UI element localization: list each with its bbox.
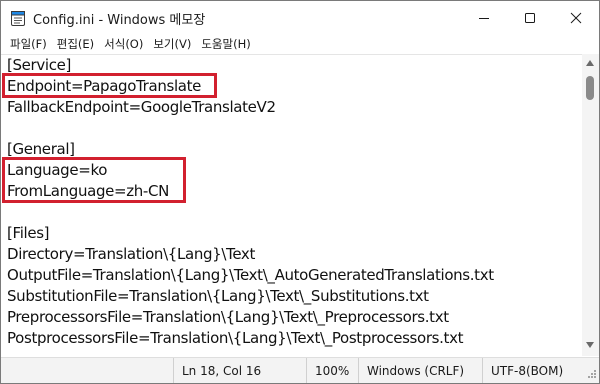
window-title: Config.ini - Windows 메모장 xyxy=(33,13,206,28)
editor-line: PostprocessorsFile=Translation\{Lang}\Te… xyxy=(7,329,464,347)
highlight-box-language xyxy=(2,157,186,203)
title-bar[interactable]: Config.ini - Windows 메모장 xyxy=(1,1,599,34)
scroll-up-icon[interactable] xyxy=(586,60,594,66)
scroll-down-icon[interactable] xyxy=(586,342,594,348)
highlight-box-endpoint xyxy=(2,73,217,98)
text-editor[interactable]: [Service] Endpoint=PapagoTranslate Fallb… xyxy=(1,54,582,356)
maximize-icon xyxy=(525,12,535,23)
menu-bar: 파일(F) 편집(E) 서식(O) 보기(V) 도움말(H) xyxy=(1,34,599,53)
editor-line: Directory=Translation\{Lang}\Text xyxy=(7,245,255,263)
editor-line: FallbackEndpoint=GoogleTranslateV2 xyxy=(7,98,276,116)
close-icon xyxy=(570,12,582,23)
minimize-button[interactable] xyxy=(461,1,507,34)
notepad-window: Config.ini - Windows 메모장 파일(F) 편집(E) 서식(… xyxy=(0,0,600,384)
menu-view[interactable]: 보기(V) xyxy=(148,36,196,52)
notepad-icon xyxy=(11,10,25,26)
menu-help[interactable]: 도움말(H) xyxy=(196,36,255,52)
close-button[interactable] xyxy=(553,1,599,34)
editor-line: [Files] xyxy=(7,224,50,242)
vertical-scrollbar[interactable] xyxy=(582,54,599,356)
editor-line: [General] xyxy=(7,140,75,158)
status-bar: Ln 18, Col 16 100% Windows (CRLF) UTF-8(… xyxy=(1,357,599,383)
menu-format[interactable]: 서식(O) xyxy=(99,36,148,52)
minimize-icon xyxy=(479,17,489,19)
editor-line: [Service] xyxy=(7,56,71,74)
editor-line: PreprocessorsFile=Translation\{Lang}\Tex… xyxy=(7,308,449,326)
editor-line: OutputFile=Translation\{Lang}\Text\_Auto… xyxy=(7,266,494,284)
line-ending: Windows (CRLF) xyxy=(358,358,482,383)
menu-file[interactable]: 파일(F) xyxy=(5,36,52,52)
text-encoding: UTF-8(BOM) xyxy=(482,358,599,383)
menu-edit[interactable]: 편집(E) xyxy=(52,36,99,52)
zoom-level: 100% xyxy=(306,358,358,383)
resize-grip-icon[interactable] xyxy=(587,369,597,379)
scrollbar-thumb[interactable] xyxy=(586,76,594,100)
editor-line: SubstitutionFile=Translation\{Lang}\Text… xyxy=(7,287,429,305)
cursor-position: Ln 18, Col 16 xyxy=(173,358,306,383)
maximize-button[interactable] xyxy=(507,1,553,34)
